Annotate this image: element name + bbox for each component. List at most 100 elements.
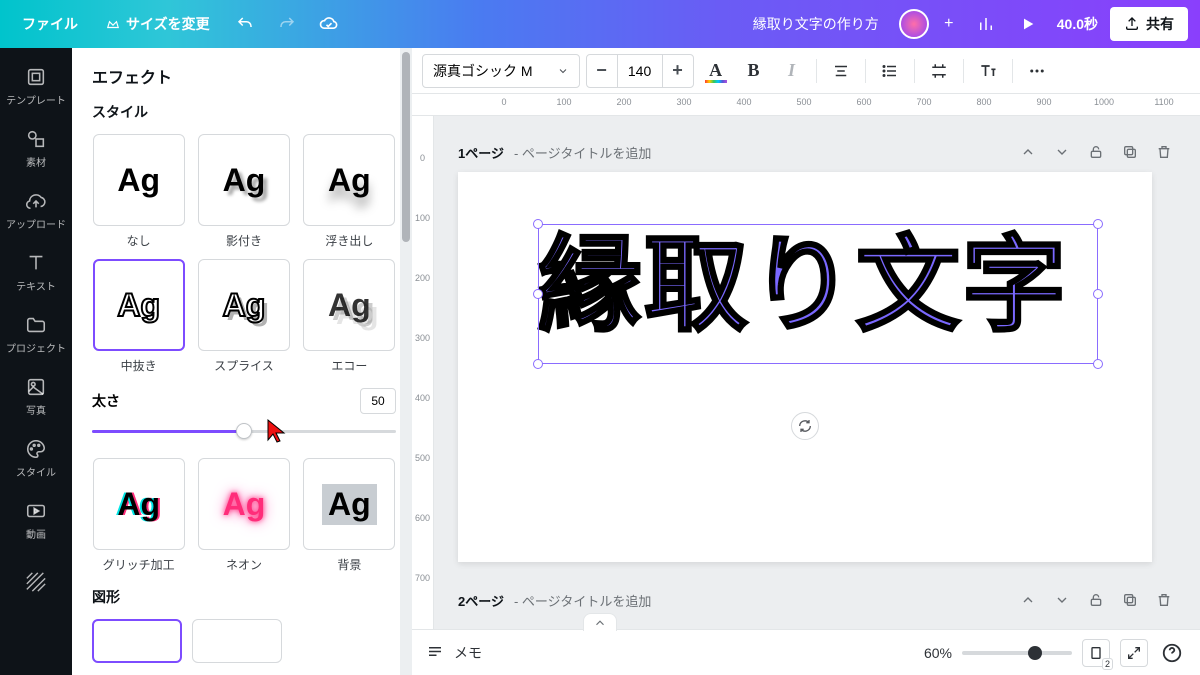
page-delete[interactable] xyxy=(1152,588,1176,612)
page-tray-toggle[interactable] xyxy=(583,613,617,631)
trash-icon xyxy=(1156,592,1172,608)
share-button[interactable]: 共有 xyxy=(1110,7,1188,41)
page-expand[interactable] xyxy=(1050,140,1074,164)
page-lock[interactable] xyxy=(1084,588,1108,612)
effect-background[interactable]: Ag背景 xyxy=(303,458,396,573)
copy-icon xyxy=(1122,592,1138,608)
selected-text-box[interactable]: 縁取り文字 xyxy=(538,224,1098,364)
rail-templates[interactable]: テンプレート xyxy=(0,56,72,116)
avatar[interactable] xyxy=(899,9,929,39)
palette-icon xyxy=(25,438,47,460)
chevron-up-icon xyxy=(1020,592,1036,608)
page-title-placeholder[interactable]: - ページタイトルを追加 xyxy=(514,143,651,162)
duration-display[interactable]: 40.0秒 xyxy=(1053,8,1102,40)
effect-splice[interactable]: Agスプライス xyxy=(197,259,290,374)
shape-section-header: 図形 xyxy=(92,587,396,607)
effect-lift[interactable]: Ag浮き出し xyxy=(303,134,396,249)
notes-button[interactable]: メモ xyxy=(454,643,482,663)
undo-button[interactable] xyxy=(228,7,262,41)
cloud-check-icon xyxy=(319,14,339,34)
text-effects-icon xyxy=(978,61,998,81)
text-toolbar: 源真ゴシック M − 140 + A B I xyxy=(412,48,1200,94)
rail-elements[interactable]: 素材 xyxy=(0,118,72,178)
page-delete[interactable] xyxy=(1152,140,1176,164)
font-size-stepper: − 140 + xyxy=(586,54,694,88)
refresh-icon xyxy=(797,418,813,434)
zoom-slider[interactable] xyxy=(962,651,1072,655)
page-duplicate[interactable] xyxy=(1118,140,1142,164)
effect-echo[interactable]: Agエコー xyxy=(303,259,396,374)
page-duplicate[interactable] xyxy=(1118,588,1142,612)
thickness-label: 太さ xyxy=(92,391,120,411)
cloud-sync-button[interactable] xyxy=(312,7,346,41)
rail-uploads[interactable]: アップロード xyxy=(0,180,72,240)
page-count-button[interactable]: 2 xyxy=(1082,639,1110,667)
undo-icon xyxy=(236,15,254,33)
thickness-slider-knob[interactable] xyxy=(236,423,252,439)
spacing-button[interactable] xyxy=(923,55,955,87)
document-title[interactable]: 縁取り文字の作り方 xyxy=(741,14,891,34)
page-collapse[interactable] xyxy=(1016,588,1040,612)
effect-outline[interactable]: Ag中抜き xyxy=(92,259,185,374)
italic-button[interactable]: I xyxy=(776,55,808,87)
ruler-horizontal: 0 100 200 300 400 500 600 700 800 900 10… xyxy=(412,94,1200,116)
shape-none[interactable] xyxy=(92,619,182,663)
lock-open-icon xyxy=(1088,592,1104,608)
effect-neon[interactable]: Agネオン xyxy=(197,458,290,573)
more-button[interactable] xyxy=(1021,55,1053,87)
page-collapse[interactable] xyxy=(1016,140,1040,164)
rail-projects[interactable]: プロジェクト xyxy=(0,304,72,364)
notes-icon xyxy=(426,644,444,662)
redo-icon xyxy=(278,15,296,33)
redo-button[interactable] xyxy=(270,7,304,41)
page-1-canvas[interactable]: 縁取り文字 xyxy=(458,172,1152,562)
thickness-slider[interactable] xyxy=(92,420,396,444)
help-button[interactable] xyxy=(1158,639,1186,667)
cloud-upload-icon xyxy=(25,190,47,212)
text-color-button[interactable]: A xyxy=(700,55,732,87)
spacing-icon xyxy=(930,62,948,80)
pages-viewport[interactable]: 1ページ - ページタイトルを追加 縁取り文字 xyxy=(434,116,1200,629)
top-bar: ファイル サイズを変更 縁取り文字の作り方 + 40.0秒 共有 xyxy=(0,0,1200,48)
panel-scroll-thumb[interactable] xyxy=(402,52,410,242)
page-lock[interactable] xyxy=(1084,140,1108,164)
video-icon xyxy=(25,500,47,522)
rail-more[interactable] xyxy=(0,552,72,612)
analytics-button[interactable] xyxy=(969,7,1003,41)
shapes-icon xyxy=(25,128,47,150)
rail-photos[interactable]: 写真 xyxy=(0,366,72,426)
file-menu[interactable]: ファイル xyxy=(12,8,88,40)
folder-icon xyxy=(25,314,47,336)
add-collaborator-button[interactable]: + xyxy=(937,12,961,36)
list-icon xyxy=(881,62,899,80)
font-size-value[interactable]: 140 xyxy=(617,55,663,87)
rail-videos[interactable]: 動画 xyxy=(0,490,72,550)
page-1-header: 1ページ - ページタイトルを追加 xyxy=(458,140,1176,164)
page-title-placeholder[interactable]: - ページタイトルを追加 xyxy=(514,591,651,610)
sync-fab[interactable] xyxy=(791,412,819,440)
effect-glitch[interactable]: Agグリッチ加工 xyxy=(92,458,185,573)
present-button[interactable] xyxy=(1011,7,1045,41)
font-family-select[interactable]: 源真ゴシック M xyxy=(422,54,580,88)
chevron-up-icon xyxy=(593,616,607,630)
effects-toggle-button[interactable] xyxy=(972,55,1004,87)
zoom-percentage[interactable]: 60% xyxy=(924,645,952,661)
bold-button[interactable]: B xyxy=(738,55,770,87)
fullscreen-button[interactable] xyxy=(1120,639,1148,667)
page-expand[interactable] xyxy=(1050,588,1074,612)
shape-curve[interactable] xyxy=(192,619,282,663)
list-button[interactable] xyxy=(874,55,906,87)
font-size-increase[interactable]: + xyxy=(663,55,693,87)
lock-open-icon xyxy=(1088,144,1104,160)
rail-styles[interactable]: スタイル xyxy=(0,428,72,488)
thickness-value[interactable]: 50 xyxy=(360,388,396,414)
font-size-decrease[interactable]: − xyxy=(587,55,617,87)
crown-icon xyxy=(106,17,120,31)
effect-none[interactable]: Agなし xyxy=(92,134,185,249)
rail-text[interactable]: テキスト xyxy=(0,242,72,302)
resize-menu[interactable]: サイズを変更 xyxy=(96,8,220,40)
align-button[interactable] xyxy=(825,55,857,87)
bottom-bar: メモ 60% 2 xyxy=(412,629,1200,675)
effect-shadow[interactable]: Ag影付き xyxy=(197,134,290,249)
hatch-icon xyxy=(25,571,47,593)
